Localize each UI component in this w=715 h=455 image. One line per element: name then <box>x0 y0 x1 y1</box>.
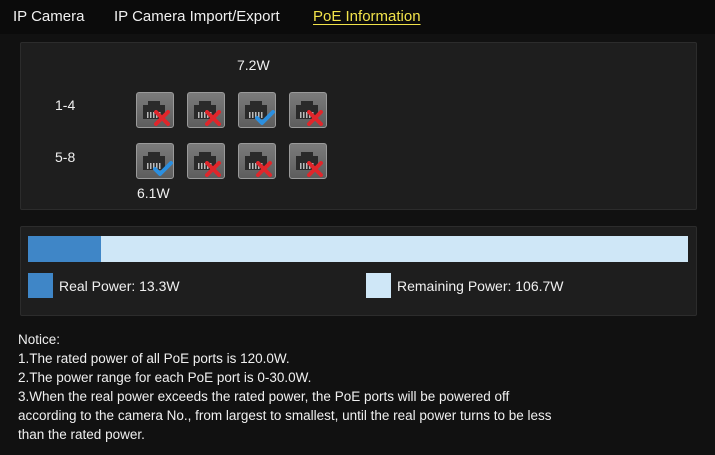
check-mark-icon <box>255 110 275 125</box>
check-mark-icon <box>153 161 173 176</box>
port-5-power-label: 6.1W <box>137 185 170 201</box>
poe-port-3[interactable] <box>238 92 276 128</box>
notice-line-5: than the rated power. <box>18 427 145 442</box>
poe-port-7[interactable] <box>238 143 276 179</box>
poe-port-1[interactable] <box>136 92 174 128</box>
poe-port-4[interactable] <box>289 92 327 128</box>
notice-line-3: 3.When the real power exceeds the rated … <box>18 389 510 404</box>
remaining-power-label: Remaining Power: 106.7W <box>397 278 564 294</box>
x-mark-icon <box>307 110 323 126</box>
tab-poe-information[interactable]: PoE Information <box>313 8 421 25</box>
notice-line-1: 1.The rated power of all PoE ports is 12… <box>18 351 290 366</box>
power-panel: Real Power: 13.3W Remaining Power: 106.7… <box>20 226 697 316</box>
notice-title: Notice: <box>18 332 61 347</box>
notice-line-2: 2.The power range for each PoE port is 0… <box>18 370 312 385</box>
x-mark-icon <box>256 161 272 177</box>
real-power-label: Real Power: 13.3W <box>59 278 180 294</box>
tab-ip-camera[interactable]: IP Camera <box>13 8 84 25</box>
row-label-1-4: 1-4 <box>55 97 76 113</box>
x-mark-icon <box>307 161 323 177</box>
real-power-swatch <box>28 273 53 298</box>
notice-line-4: according to the camera No., from larges… <box>18 408 552 423</box>
x-mark-icon <box>205 161 221 177</box>
power-usage-fill <box>28 236 102 262</box>
poe-port-2[interactable] <box>187 92 225 128</box>
poe-port-8[interactable] <box>289 143 327 179</box>
remaining-power-swatch <box>366 273 391 298</box>
poe-port-5[interactable] <box>136 143 174 179</box>
port-3-power-label: 7.2W <box>237 57 270 73</box>
row-label-5-8: 5-8 <box>55 149 76 165</box>
tab-bar: IP Camera IP Camera Import/Export PoE In… <box>0 0 715 34</box>
tab-ip-camera-import-export[interactable]: IP Camera Import/Export <box>114 8 280 25</box>
poe-port-6[interactable] <box>187 143 225 179</box>
x-mark-icon <box>205 110 221 126</box>
power-usage-bar <box>28 236 688 262</box>
x-mark-icon <box>154 110 170 126</box>
notice-section: Notice: 1.The rated power of all PoE por… <box>18 330 708 444</box>
poe-ports-panel: 7.2W 1-4 5-8 6.1W <box>20 42 697 210</box>
